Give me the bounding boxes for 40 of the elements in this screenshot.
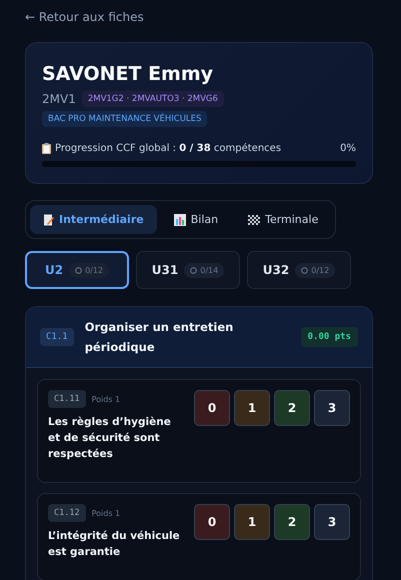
score-button[interactable]: 2 bbox=[274, 390, 310, 426]
weight-label: Poids 1 bbox=[92, 394, 120, 404]
criterion-code: C1.12 bbox=[48, 504, 86, 522]
criterion-text: Les règles d’hygiène et de sécurité sont respectées bbox=[48, 415, 172, 462]
program-tag: BAC PRO MAINTENANCE VÉHICULES bbox=[42, 111, 208, 127]
score-button[interactable]: 3 bbox=[314, 504, 350, 540]
tab[interactable]: Terminale bbox=[235, 205, 332, 234]
groups-tag: 2MV1G2 · 2MVAUTO3 · 2MVG6 bbox=[82, 91, 224, 107]
clipboard-icon bbox=[42, 143, 51, 154]
unit-button[interactable]: U32 0/12 bbox=[247, 251, 351, 289]
progress-label: Progression CCF global : 0 / 38 compétences bbox=[55, 143, 282, 154]
notepad-icon bbox=[43, 214, 54, 226]
criterion-code: C1.11 bbox=[48, 390, 86, 408]
circle-icon bbox=[75, 266, 82, 274]
progress-percent: 0% bbox=[340, 143, 356, 154]
score-button[interactable]: 3 bbox=[314, 390, 350, 426]
class-label: 2MV1 bbox=[42, 92, 76, 106]
score-button[interactable]: 0 bbox=[194, 390, 230, 426]
count-text: 0/12 bbox=[311, 266, 330, 274]
unit-button[interactable]: U31 0/14 bbox=[136, 251, 240, 289]
circle-icon bbox=[190, 266, 198, 274]
count-text: 0/14 bbox=[200, 266, 218, 274]
points-badge: 0.00 pts bbox=[300, 327, 358, 347]
tab[interactable]: Intermédiaire bbox=[30, 205, 157, 234]
bar-chart-icon bbox=[174, 214, 186, 226]
circle-icon bbox=[301, 266, 308, 274]
score-button[interactable]: 1 bbox=[234, 504, 270, 540]
score-button[interactable]: 1 bbox=[234, 390, 270, 426]
unit-button[interactable]: U2 0/12 bbox=[25, 251, 129, 289]
competency-title: Organiser un entretien périodique bbox=[84, 319, 234, 356]
checkered-flag-icon bbox=[248, 214, 260, 224]
score-button[interactable]: 2 bbox=[274, 504, 310, 540]
student-name: SAVONET Emmy bbox=[42, 63, 214, 85]
tab[interactable]: Bilan bbox=[160, 205, 232, 234]
competency-code: C1.1 bbox=[40, 328, 74, 346]
score-button[interactable]: 0 bbox=[194, 504, 230, 540]
count-text: 0/12 bbox=[85, 266, 104, 274]
weight-label: Poids 1 bbox=[92, 508, 120, 518]
back-link[interactable]: ← Retour aux fiches bbox=[25, 10, 144, 24]
criterion-text: L’intégrité du véhicule est garantie bbox=[48, 529, 181, 560]
